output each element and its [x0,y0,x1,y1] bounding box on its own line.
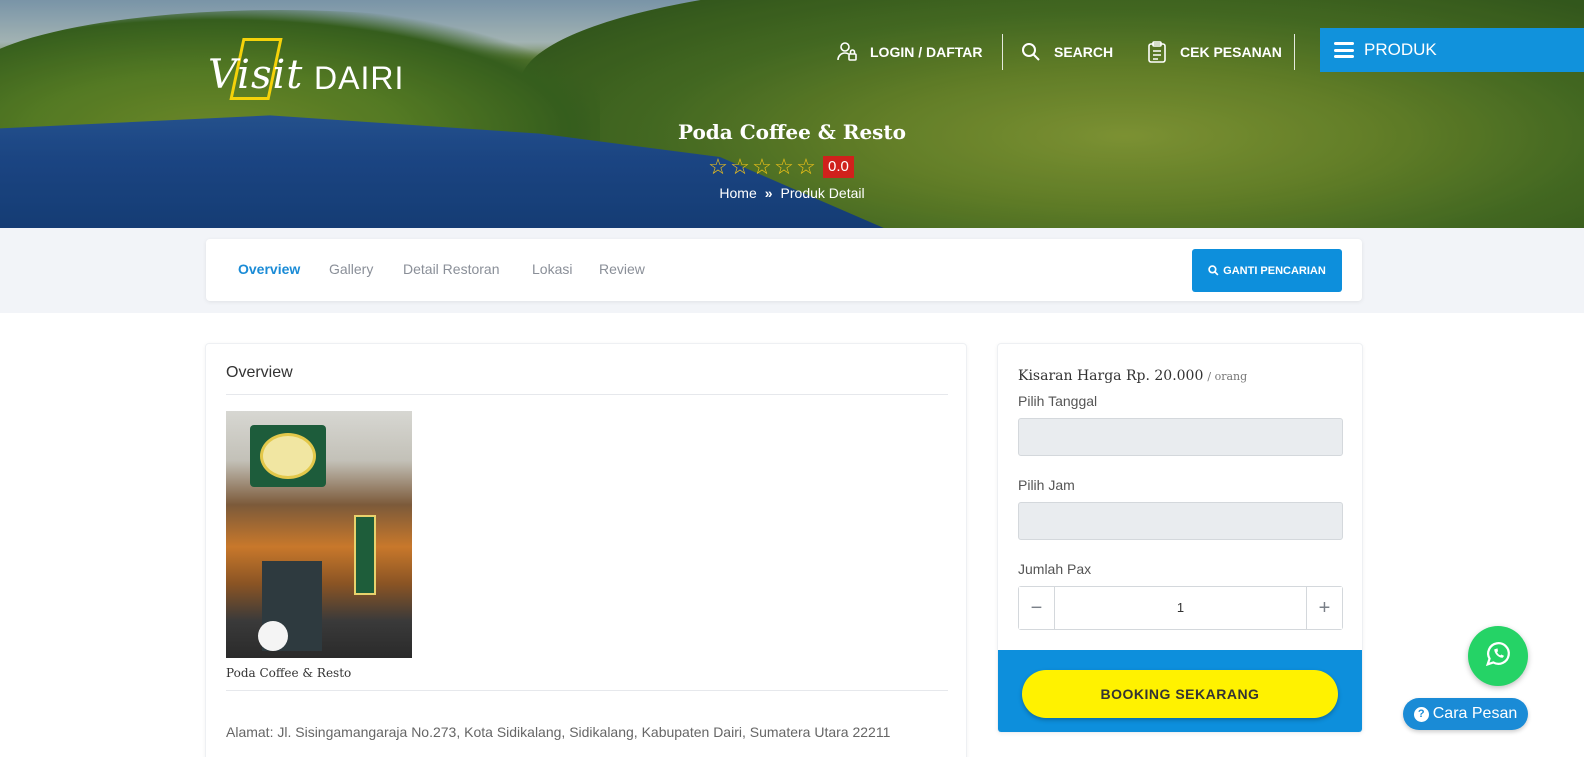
produk-menu-label: PRODUK [1364,40,1437,59]
star-outline-icon: ☆ [752,154,772,179]
date-label: Pilih Tanggal [1018,393,1098,409]
time-label: Pilih Jam [1018,477,1075,493]
pax-label: Jumlah Pax [1018,561,1092,577]
price-unit: / orang [1207,370,1248,383]
divider [226,690,948,691]
price-range: Kisaran Harga Rp. 20.000/ orang [1018,368,1247,384]
pax-decrement-button[interactable]: − [1019,587,1055,629]
address-text: Alamat: Jl. Sisingamangaraja No.273, Kot… [226,724,891,740]
search-icon [1020,41,1042,63]
pax-increment-button[interactable]: + [1306,587,1342,629]
nav-separator [1294,34,1295,70]
tab-lokasi[interactable]: Lokasi [532,261,572,277]
booking-band: BOOKING SEKARANG [998,650,1362,732]
cara-pesan-label: Cara Pesan [1432,705,1518,722]
restaurant-photo[interactable] [226,411,412,658]
menu-icon [1334,42,1354,58]
nav-login-link[interactable]: LOGIN / DAFTAR [836,36,983,68]
cara-pesan-button[interactable]: ? Cara Pesan [1403,698,1528,730]
star-outline-icon: ☆ [708,154,728,179]
produk-menu-button[interactable]: PRODUK [1320,28,1584,72]
page-title: Poda Coffee & Resto [677,120,907,144]
tab-bar: Overview Gallery Detail Restoran Lokasi … [206,239,1362,301]
whatsapp-icon [1483,639,1513,674]
rating-stars: ☆ ☆ ☆ ☆ ☆ 0.0 [707,156,854,178]
overview-heading: Overview [226,364,293,381]
price-range-label: Kisaran Harga Rp. 20.000 [1018,368,1204,384]
star-outline-icon: ☆ [796,154,816,179]
question-circle-icon: ? [1413,706,1429,722]
photo-helmet [258,621,288,651]
logo-script: Visit [208,52,304,98]
nav-separator [1002,34,1003,70]
tab-overview[interactable]: Overview [238,261,300,277]
clipboard-icon [1146,41,1168,63]
whatsapp-button[interactable] [1468,626,1528,686]
pax-input[interactable]: 1 [1055,587,1306,629]
nav-login-label: LOGIN / DAFTAR [870,44,983,60]
site-logo[interactable]: Visit DAIRI [206,38,406,108]
logo-word: DAIRI [314,60,405,96]
divider [226,394,948,395]
tab-gallery[interactable]: Gallery [329,261,373,277]
breadcrumb: Home » Produk Detail [0,185,1584,201]
breadcrumb-current: Produk Detail [780,185,865,201]
rating-score-badge: 0.0 [823,156,854,178]
nav-search-label: SEARCH [1054,44,1114,60]
overview-card: Overview Poda Coffee & Resto Alamat: Jl.… [205,343,967,757]
star-outline-icon: ☆ [774,154,794,179]
user-lock-icon [836,41,858,63]
ganti-pencarian-button[interactable]: GANTI PENCARIAN [1192,249,1342,292]
star-outline-icon: ☆ [730,154,750,179]
ganti-pencarian-label: GANTI PENCARIAN [1223,264,1326,277]
date-field[interactable] [1018,418,1343,456]
tab-detail-restoran[interactable]: Detail Restoran [403,261,500,277]
photo-sign [250,425,326,487]
booking-card: Kisaran Harga Rp. 20.000/ orang Pilih Ta… [997,343,1363,733]
photo-vertical-sign [354,515,376,595]
double-chevron-right-icon: » [764,185,773,201]
breadcrumb-home[interactable]: Home [719,185,756,201]
search-icon [1208,265,1219,276]
time-field[interactable] [1018,502,1343,540]
nav-search-link[interactable]: SEARCH [1020,36,1113,68]
nav-cek-pesanan-link[interactable]: CEK PESANAN [1146,36,1282,68]
booking-now-button[interactable]: BOOKING SEKARANG [1022,670,1338,718]
pax-stepper: − 1 + [1018,586,1343,630]
photo-caption: Poda Coffee & Resto [226,666,352,680]
nav-cek-pesanan-label: CEK PESANAN [1180,44,1282,60]
tab-review[interactable]: Review [599,261,645,277]
